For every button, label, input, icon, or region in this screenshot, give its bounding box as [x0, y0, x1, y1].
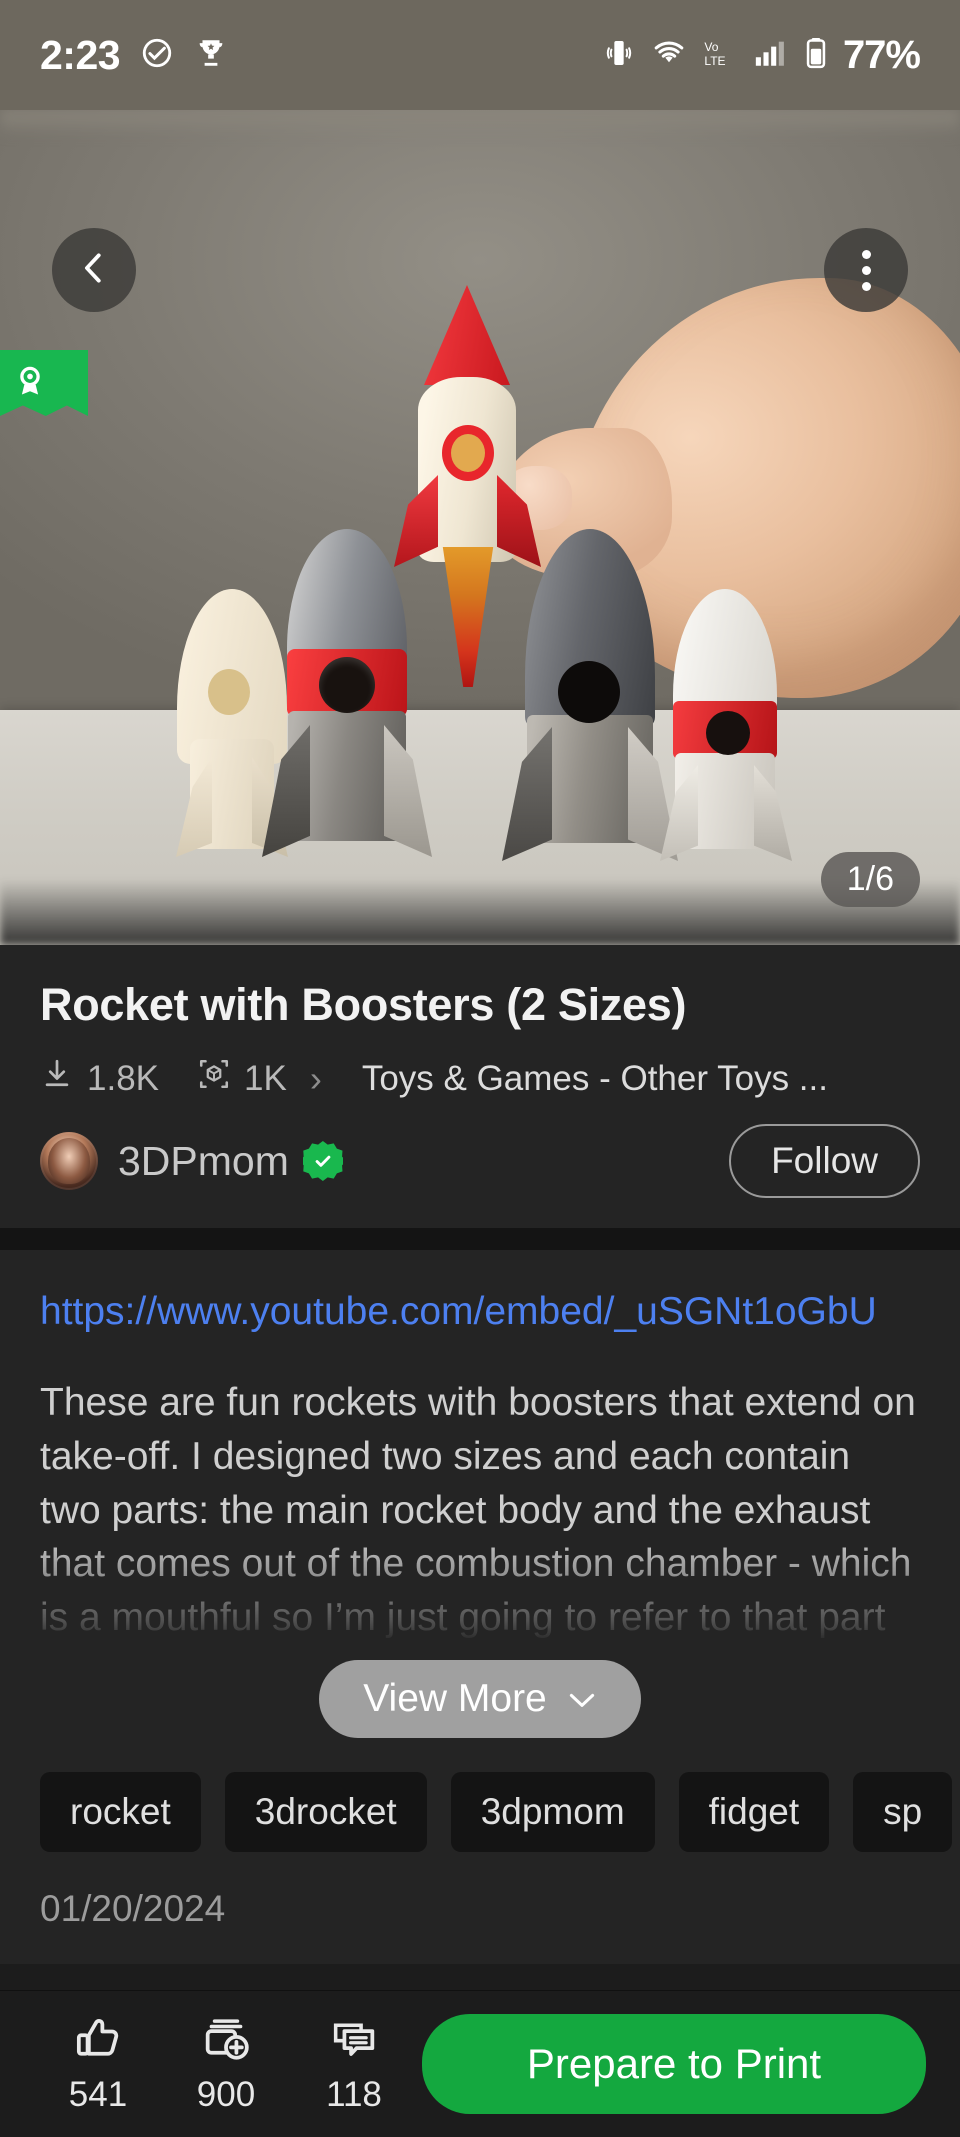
- collect-count: 900: [196, 2074, 256, 2114]
- tag-list: rocket 3drocket 3dpmom fidget sp: [0, 1766, 960, 1852]
- cube-3d-icon: [197, 1057, 231, 1100]
- follow-button[interactable]: Follow: [729, 1124, 920, 1198]
- thumbs-up-icon: [72, 2014, 124, 2069]
- image-bottom-fade: [0, 825, 960, 945]
- award-badge-icon: [12, 361, 48, 406]
- view-more-button[interactable]: View More: [319, 1660, 641, 1738]
- status-time: 2:23: [40, 31, 121, 78]
- downloads-stat: 1.8K: [40, 1057, 159, 1100]
- carousel-counter: 1/6: [820, 852, 920, 907]
- like-button[interactable]: 541: [34, 2014, 162, 2115]
- collect-button[interactable]: 900: [162, 2014, 290, 2115]
- add-to-collection-icon: [200, 2014, 252, 2069]
- avatar[interactable]: [40, 1132, 98, 1190]
- publish-date: 01/20/2024: [0, 1852, 960, 1964]
- bottom-action-bar: 541 900 118 Prepare to Print: [0, 1990, 960, 2137]
- status-bar-left: 2:23: [40, 32, 228, 79]
- rocket-porthole: [319, 657, 375, 713]
- rocket-white-red: [660, 589, 792, 861]
- app-screen: 2:23 Vo LTE 77% 1/6 Rocket with Boosters…: [0, 0, 960, 2137]
- prints-stat[interactable]: 1K ›: [197, 1057, 326, 1100]
- status-bar-right: Vo LTE 77%: [603, 32, 921, 78]
- video-link[interactable]: https://www.youtube.com/embed/_uSGNt1oGb…: [40, 1290, 920, 1334]
- prepare-to-print-button[interactable]: Prepare to Print: [422, 2014, 926, 2114]
- verified-badge-icon: [302, 1141, 343, 1181]
- category-label[interactable]: Toys & Games - Other Toys ...: [362, 1059, 828, 1099]
- signal-icon: [751, 36, 789, 75]
- tag-item[interactable]: 3drocket: [224, 1772, 427, 1852]
- svg-text:Vo: Vo: [704, 39, 718, 53]
- rocket-porthole: [442, 425, 494, 481]
- download-icon: [40, 1057, 74, 1100]
- tag-item[interactable]: rocket: [40, 1772, 201, 1852]
- section-divider: [0, 1228, 960, 1250]
- featured-badge: [0, 350, 88, 416]
- like-count: 541: [68, 2074, 128, 2114]
- rocket-nose-cone: [424, 285, 510, 385]
- designer-row: 3DPmom Follow: [40, 1124, 920, 1198]
- chevron-right-icon: ›: [309, 1057, 322, 1099]
- page-title: Rocket with Boosters (2 Sizes): [40, 979, 687, 1030]
- view-more-label: View More: [363, 1677, 547, 1720]
- model-stats-row: 1.8K 1K › Toys & Games - Other Toys ...: [40, 1057, 920, 1100]
- rocket-porthole: [706, 711, 750, 755]
- designer-username[interactable]: 3DPmom: [118, 1138, 289, 1185]
- view-more-row: View More: [0, 1644, 960, 1766]
- battery-percent: 77%: [842, 32, 921, 77]
- check-circle-icon: [140, 36, 174, 75]
- svg-text:LTE: LTE: [704, 54, 725, 68]
- rocket-dark-silver: [500, 529, 680, 861]
- comment-button[interactable]: 118: [290, 2014, 418, 2115]
- model-info-section: Rocket with Boosters (2 Sizes) 1.8K 1K ›…: [0, 945, 960, 1228]
- vibrate-icon: [603, 36, 635, 75]
- battery-icon: [803, 36, 829, 75]
- volte-icon: Vo LTE: [703, 36, 737, 75]
- back-button[interactable]: [52, 228, 136, 312]
- trophy-icon: [194, 36, 228, 75]
- more-options-button[interactable]: [824, 228, 908, 312]
- status-bar: 2:23 Vo LTE 77%: [0, 0, 960, 110]
- chevron-down-icon: [567, 1677, 597, 1721]
- wifi-icon: [649, 36, 689, 75]
- description-section: https://www.youtube.com/embed/_uSGNt1oGb…: [0, 1250, 960, 1644]
- description-text: These are fun rockets with boosters that…: [40, 1381, 916, 1640]
- comment-count: 118: [326, 2074, 382, 2114]
- rocket-silver-red: [262, 529, 432, 859]
- rocket-porthole: [558, 661, 620, 723]
- comment-icon: [328, 2014, 380, 2069]
- downloads-count: 1.8K: [87, 1058, 159, 1098]
- prints-count: 1K: [244, 1058, 287, 1098]
- rocket-porthole: [208, 669, 250, 715]
- tag-item[interactable]: 3dpmom: [450, 1772, 655, 1852]
- tag-item[interactable]: fidget: [678, 1772, 830, 1852]
- model-image-carousel[interactable]: 1/6: [0, 110, 960, 945]
- kebab-menu-icon: [861, 249, 871, 291]
- tag-item[interactable]: sp: [853, 1772, 953, 1852]
- image-top-blur: [0, 110, 960, 136]
- chevron-left-icon: [75, 249, 113, 292]
